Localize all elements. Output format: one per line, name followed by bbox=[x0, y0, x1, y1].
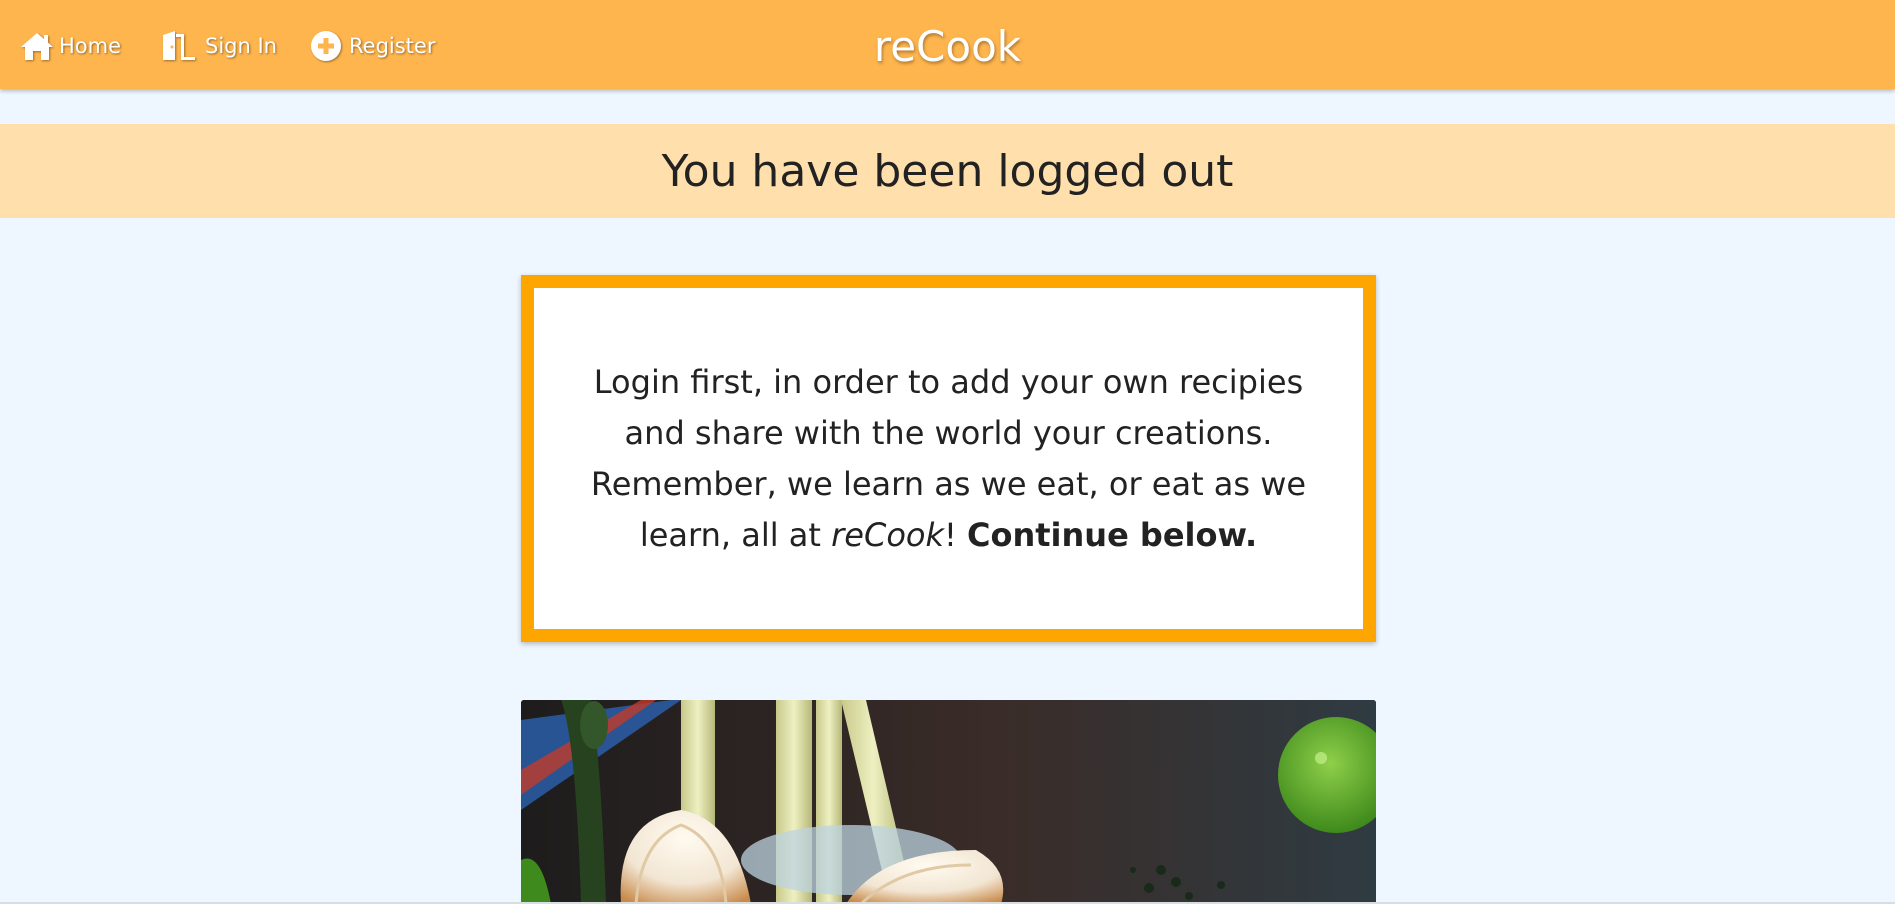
food-photo-illustration bbox=[521, 700, 1376, 904]
login-info-text: Login first, in order to add your own re… bbox=[579, 357, 1319, 561]
continue-below-text: Continue below. bbox=[967, 515, 1258, 554]
login-info-card: Login first, in order to add your own re… bbox=[521, 275, 1376, 642]
top-navbar: Home Sign In Register reCook bbox=[0, 0, 1895, 89]
logout-banner: You have been logged out bbox=[0, 124, 1895, 218]
hero-food-image bbox=[521, 700, 1376, 904]
info-exclaim: ! bbox=[944, 515, 967, 554]
logout-message: You have been logged out bbox=[661, 145, 1234, 197]
brand-logo-text[interactable]: reCook bbox=[0, 22, 1895, 71]
info-brand-italic: reCook bbox=[831, 515, 944, 554]
